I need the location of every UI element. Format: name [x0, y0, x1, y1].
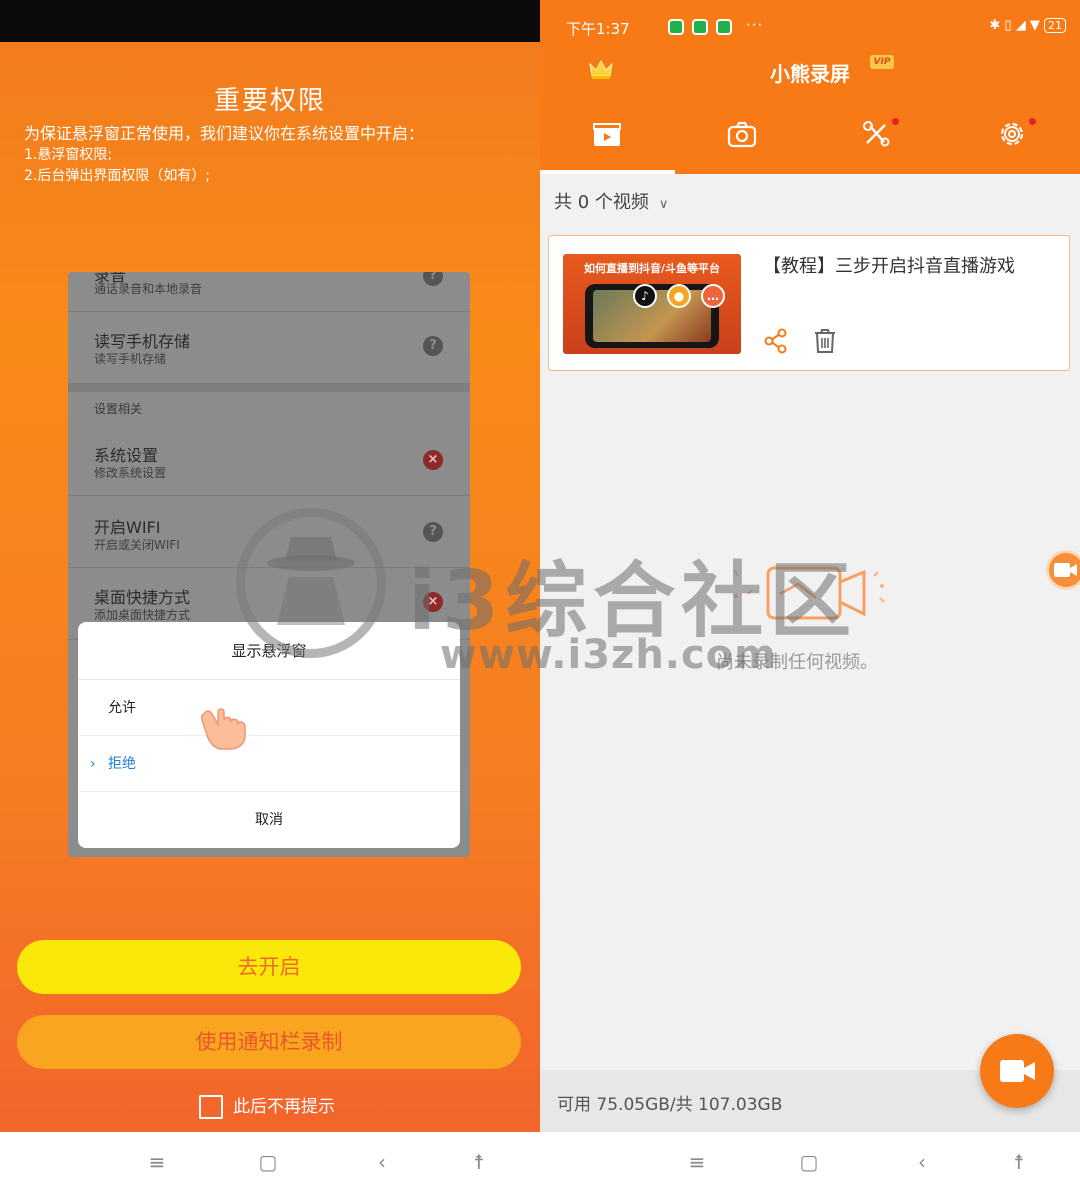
home-nav-icon[interactable]: ▢: [795, 1148, 823, 1176]
nav-bar-right: ≡ ▢ ‹ ☨: [540, 1132, 1080, 1192]
record-bubble-icon: [1054, 563, 1077, 577]
vip-badge: VIP: [870, 55, 894, 69]
tab-videos[interactable]: [540, 110, 675, 170]
description-text: 为保证悬浮窗正常使用，我们建议你在系统设置中开启：: [24, 124, 425, 143]
dont-show-again-row[interactable]: 此后不再提示: [199, 1094, 335, 1120]
back-nav-icon[interactable]: ‹: [908, 1148, 936, 1176]
floating-record-bubble[interactable]: [1046, 550, 1080, 590]
tab-screenshot[interactable]: [675, 110, 810, 170]
home-nav-icon[interactable]: ▢: [254, 1148, 282, 1176]
page-title: 重要权限: [213, 86, 326, 116]
signal-icon: ◢: [1015, 18, 1026, 33]
status-bar-black: [0, 0, 540, 42]
permission-title: 系统设置: [94, 446, 159, 465]
nav-bar-left: ≡ ▢ ‹ ☨: [0, 1132, 540, 1192]
accessibility-icon[interactable]: ☨: [1005, 1148, 1033, 1176]
permission-row-system-settings[interactable]: 系统设置 修改系统设置 ×: [68, 424, 470, 496]
permission-subtitle: 添加桌面快捷方式: [94, 608, 191, 622]
notification-icon: [668, 19, 684, 35]
delete-icon[interactable]: [813, 328, 837, 354]
option-deny-label: 拒绝: [108, 756, 136, 772]
video-count-label: 共 0 个视频: [554, 192, 649, 213]
share-icon[interactable]: [763, 328, 789, 354]
help-icon[interactable]: ?: [423, 336, 443, 356]
start-recording-button[interactable]: [980, 1034, 1054, 1108]
chevron-down-icon: ∨: [658, 197, 669, 212]
tools-tab-icon: [863, 121, 890, 147]
permission-title: 桌面快捷方式: [94, 588, 191, 607]
permission-title: 读写手机存储: [94, 332, 191, 351]
watermark-hat-icon: [267, 537, 355, 625]
menu-nav-icon[interactable]: ≡: [683, 1148, 711, 1176]
option-allow[interactable]: 允许: [78, 680, 460, 736]
active-tab-indicator: [540, 170, 675, 174]
checkbox-label: 此后不再提示: [233, 1097, 335, 1117]
settings-tab-icon: [1000, 122, 1024, 146]
permission-row-storage[interactable]: 读写手机存储 读写手机存储 ?: [68, 312, 470, 384]
video-thumbnail[interactable]: 如何直播到抖音/斗鱼等平台 ♪ ● …: [563, 254, 741, 354]
description-item-2: 2.后台弹出界面权限（如有）;: [24, 168, 211, 184]
permission-description: 为保证悬浮窗正常使用，我们建议你在系统设置中开启： 1.悬浮窗权限; 2.后台弹…: [24, 122, 524, 187]
section-label: 设置相关: [94, 402, 143, 416]
dont-show-again-checkbox[interactable]: [199, 1095, 223, 1119]
video-list-item[interactable]: 如何直播到抖音/斗鱼等平台 ♪ ● … 【教程】三步开启抖音直播游戏: [548, 235, 1070, 371]
battery-icon: 21: [1044, 18, 1066, 33]
permission-subtitle: 修改系统设置: [94, 466, 167, 480]
wifi-icon: ▼: [1029, 18, 1040, 33]
video-tab-icon: [593, 123, 621, 146]
bluetooth-icon: ✱: [989, 18, 1001, 33]
video-title: 【教程】三步开启抖音直播游戏: [763, 256, 1015, 277]
help-icon[interactable]: ?: [423, 272, 443, 286]
back-nav-icon[interactable]: ‹: [368, 1148, 396, 1176]
menu-nav-icon[interactable]: ≡: [143, 1148, 171, 1176]
app-title: 小熊录屏: [770, 62, 850, 86]
permission-row-record[interactable]: 录音 通话录音和本地录音 ?: [68, 272, 470, 312]
video-record-icon: [1000, 1060, 1035, 1082]
thumbnail-caption: 如何直播到抖音/斗鱼等平台: [583, 262, 721, 275]
notification-icon: [716, 19, 732, 35]
app-header: 下午1:37 ··· ✱ ▯ ◢ ▼ 21 小熊录屏 VIP: [540, 0, 1080, 174]
enable-permission-button[interactable]: 去开启: [17, 940, 521, 994]
settings-badge-dot: [1029, 118, 1036, 125]
more-icon: …: [701, 284, 725, 308]
camera-tab-icon: [727, 121, 757, 148]
dialog-cancel-button[interactable]: 取消: [78, 792, 460, 848]
watermark-logo: [236, 508, 386, 658]
permission-subtitle: 开启或关闭WIFI: [94, 538, 180, 552]
notification-icon: [692, 19, 708, 35]
status-bar: 下午1:37 ··· ✱ ▯ ◢ ▼ 21: [566, 14, 1066, 42]
screenshot-composite: 重要权限 为保证悬浮窗正常使用，我们建议你在系统设置中开启： 1.悬浮窗权限; …: [0, 0, 1080, 1192]
deny-icon[interactable]: ×: [423, 450, 443, 470]
tools-badge-dot: [892, 118, 899, 125]
watermark-url: www.i3zh.com: [440, 632, 777, 678]
description-item-1: 1.悬浮窗权限;: [24, 147, 113, 163]
tab-settings[interactable]: [945, 110, 1080, 170]
accessibility-icon[interactable]: ☨: [465, 1148, 493, 1176]
douyu-icon: ●: [667, 284, 691, 308]
storage-info: 可用 75.05GB/共 107.03GB: [557, 1095, 783, 1115]
tab-tools[interactable]: [810, 110, 945, 170]
tiktok-icon: ♪: [633, 284, 657, 308]
video-count-filter[interactable]: 共 0 个视频 ∨: [554, 188, 668, 214]
permission-title: 开启WIFI: [94, 518, 161, 537]
more-notifications-icon: ···: [746, 16, 764, 34]
notification-record-button[interactable]: 使用通知栏录制: [17, 1015, 521, 1069]
option-deny[interactable]: › 拒绝: [78, 736, 460, 792]
section-divider: [68, 384, 470, 392]
status-time: 下午1:37: [566, 20, 630, 38]
pointing-hand-icon: [201, 708, 246, 750]
permission-subtitle: 读写手机存储: [94, 352, 167, 366]
status-icons: ✱ ▯ ◢ ▼ 21: [989, 18, 1066, 33]
permission-subtitle: 通话录音和本地录音: [94, 282, 203, 296]
chevron-right-icon: ›: [90, 756, 96, 772]
vibrate-icon: ▯: [1004, 18, 1012, 33]
floating-window-dialog: 显示悬浮窗 允许 › 拒绝 取消: [78, 622, 460, 848]
